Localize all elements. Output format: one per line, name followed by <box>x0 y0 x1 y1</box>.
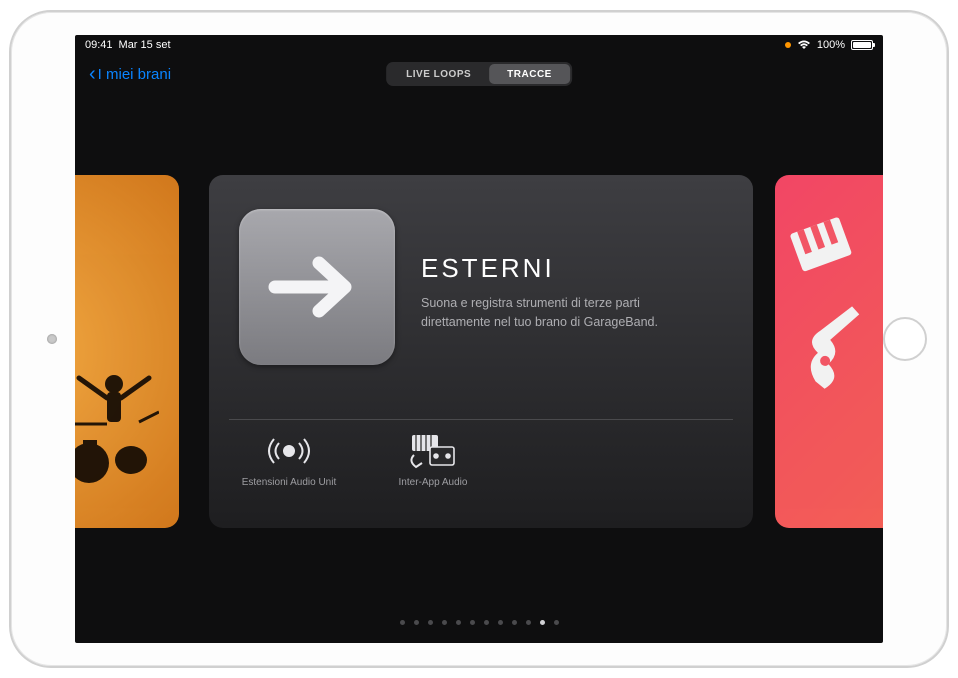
status-bar: 09:41 Mar 15 set 100% <box>75 35 883 55</box>
mic-indicator-dot <box>785 42 791 48</box>
chevron-left-icon: ‹ <box>89 64 96 84</box>
sub-label-audio-unit: Estensioni Audio Unit <box>242 477 337 488</box>
status-date: Mar 15 set <box>119 39 171 51</box>
screen: 09:41 Mar 15 set 100% ‹ I miei brani LIV… <box>75 35 883 643</box>
arrow-right-icon <box>267 247 367 327</box>
page-dot[interactable] <box>484 620 489 625</box>
sub-item-audio-unit[interactable]: Estensioni Audio Unit <box>229 431 349 488</box>
back-button[interactable]: ‹ I miei brani <box>89 64 171 84</box>
carousel-card-previous[interactable] <box>75 175 179 528</box>
carousel-card-next[interactable] <box>775 175 883 528</box>
status-time: 09:41 <box>85 39 113 51</box>
page-dot[interactable] <box>428 620 433 625</box>
page-dot[interactable] <box>442 620 447 625</box>
carousel-card-esterni[interactable]: ESTERNI Suona e registra strumenti di te… <box>209 175 753 528</box>
page-dot[interactable] <box>456 620 461 625</box>
segment-live-loops[interactable]: LIVE LOOPS <box>388 64 489 84</box>
page-dot[interactable] <box>512 620 517 625</box>
page-dot[interactable] <box>400 620 405 625</box>
card-description: Suona e registra strumenti di terze part… <box>421 294 691 330</box>
home-button[interactable] <box>883 317 927 361</box>
battery-icon <box>851 40 873 50</box>
sub-options-row: Estensioni Audio Unit <box>229 431 733 488</box>
nav-bar: ‹ I miei brani LIVE LOOPS TRACCE <box>75 55 883 93</box>
audio-unit-icon <box>264 434 314 468</box>
sub-label-inter-app: Inter-App Audio <box>399 477 468 488</box>
segmented-control: LIVE LOOPS TRACCE <box>386 62 572 86</box>
keyboard-guitar-icon <box>789 215 869 475</box>
inter-app-audio-icon <box>408 433 458 469</box>
page-dot[interactable] <box>540 620 545 625</box>
card-divider <box>229 419 733 420</box>
wifi-icon <box>797 40 811 50</box>
page-dot[interactable] <box>414 620 419 625</box>
sub-item-inter-app-audio[interactable]: Inter-App Audio <box>373 431 493 488</box>
page-dot[interactable] <box>526 620 531 625</box>
segment-tracce[interactable]: TRACCE <box>489 64 570 84</box>
ipad-device-frame: 09:41 Mar 15 set 100% ‹ I miei brani LIV… <box>9 10 949 668</box>
drummer-silhouette-icon <box>75 368 159 488</box>
page-dot[interactable] <box>470 620 475 625</box>
instrument-carousel[interactable]: ESTERNI Suona e registra strumenti di te… <box>75 175 883 555</box>
back-label: I miei brani <box>98 66 171 83</box>
card-title: ESTERNI <box>421 253 723 284</box>
pagination-dots <box>75 620 883 625</box>
page-dot[interactable] <box>498 620 503 625</box>
esterni-tile-icon <box>239 209 395 365</box>
page-dot[interactable] <box>554 620 559 625</box>
front-camera <box>47 334 57 344</box>
battery-percentage: 100% <box>817 39 845 51</box>
